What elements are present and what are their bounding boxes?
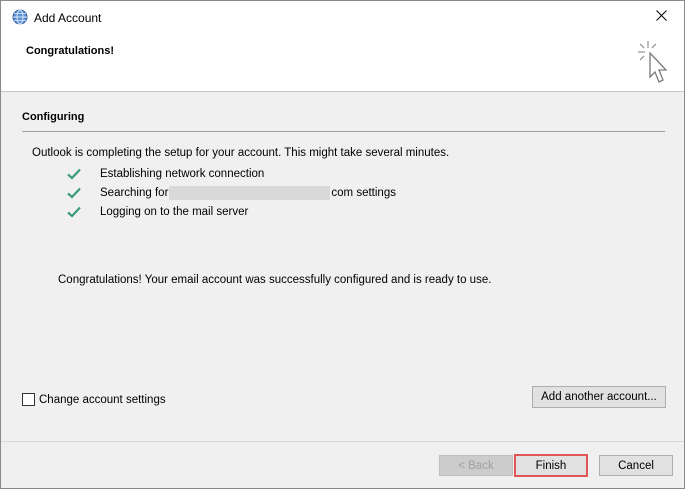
add-another-account-button[interactable]: Add another account... [532,386,666,408]
step-label-after: com settings [331,187,396,199]
check-icon [67,187,81,199]
change-account-settings-checkbox[interactable] [22,393,35,406]
change-account-settings-label[interactable]: Change account settings [39,394,166,406]
step-searching: Searching for com settings [67,185,396,201]
check-icon [67,206,81,218]
check-icon [67,168,81,180]
header-title: Congratulations! [26,45,114,57]
window-title: Add Account [34,11,102,25]
wizard-sparkle-cursor-icon [634,39,670,87]
section-divider [22,131,665,132]
add-account-dialog: Add Account Congratulations! Configuring… [0,0,685,489]
cancel-button[interactable]: Cancel [599,455,673,476]
step-label: Logging on to the mail server [100,206,249,218]
step-label: Establishing network connection [100,168,265,180]
back-button[interactable]: < Back [439,455,513,476]
outlook-globe-icon [12,9,28,25]
intro-text: Outlook is completing the setup for your… [32,147,450,159]
finish-button[interactable]: Finish [514,454,588,477]
wizard-header: Congratulations! [1,33,684,92]
title-bar: Add Account [1,1,684,33]
step-logging-on: Logging on to the mail server [67,204,248,220]
footer-divider [1,441,684,442]
success-message: Congratulations! Your email account was … [58,274,492,286]
step-label-before: Searching for [100,187,169,199]
close-icon[interactable] [655,10,667,24]
redacted-domain [169,186,331,200]
change-account-settings-option[interactable]: Change account settings [22,393,166,406]
section-title: Configuring [22,111,85,123]
step-network: Establishing network connection [67,166,264,182]
close-button[interactable] [638,1,684,33]
